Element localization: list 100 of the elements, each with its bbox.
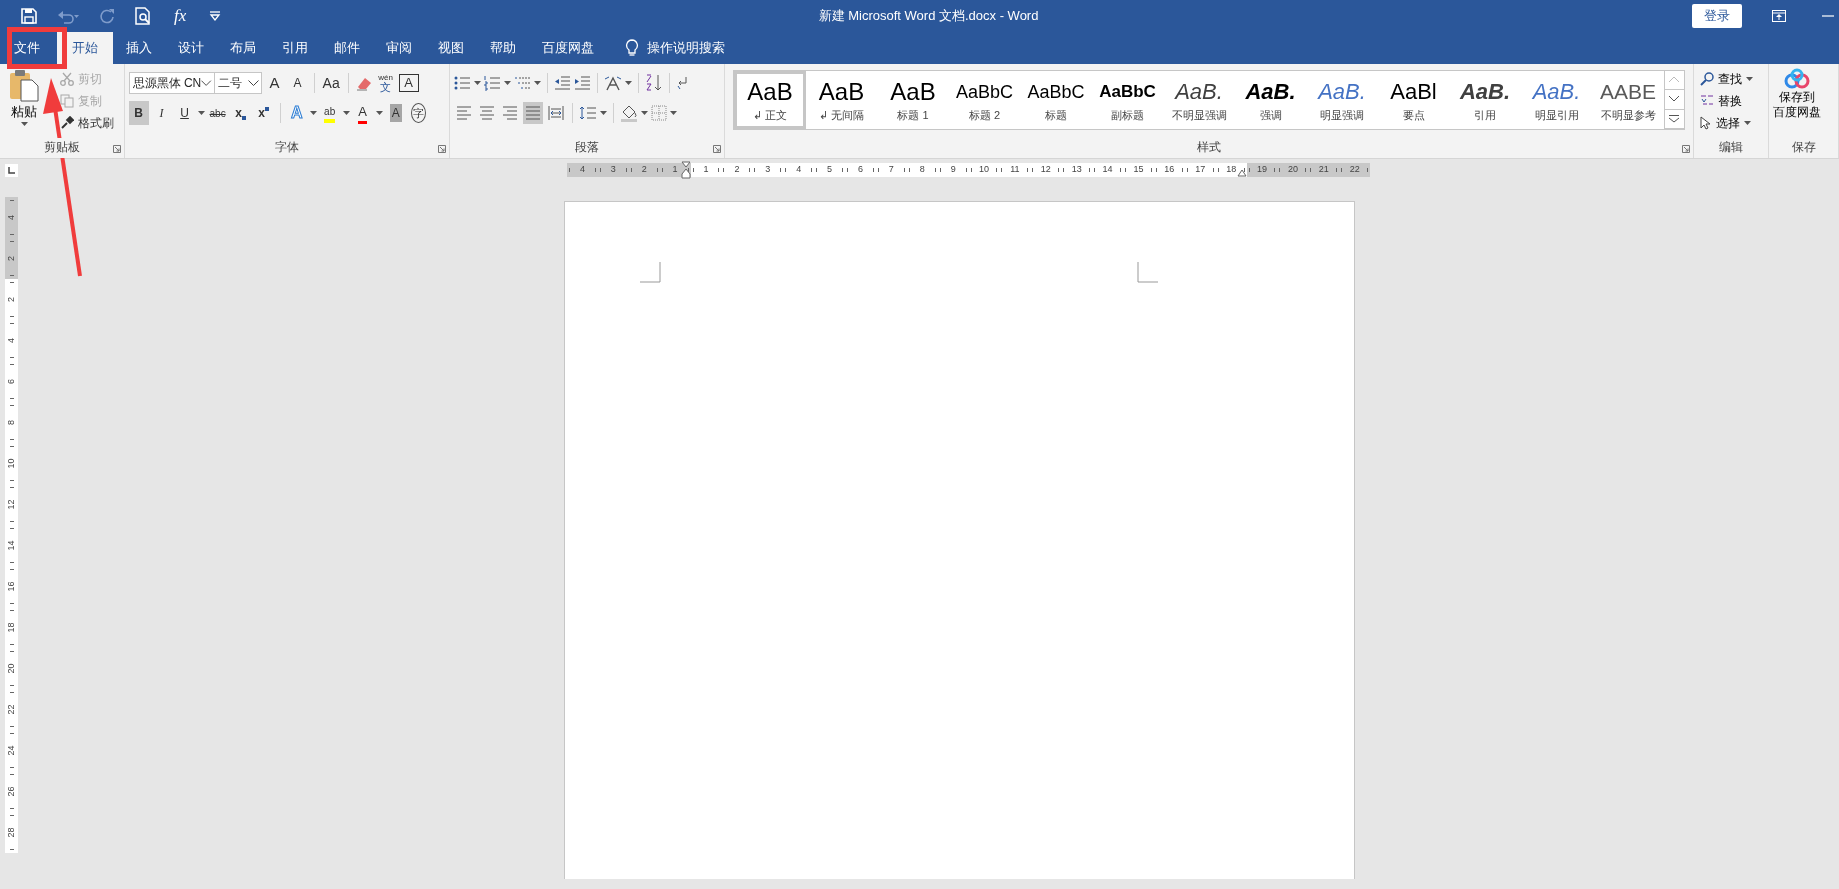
- ruler-number: 20: [7, 663, 16, 674]
- format-button[interactable]: B: [128, 101, 149, 125]
- caret-icon: [670, 111, 678, 115]
- format-button[interactable]: A: [385, 101, 406, 125]
- phonetic-guide-button[interactable]: wén 文: [375, 71, 396, 95]
- command-button[interactable]: 替换: [1698, 90, 1765, 112]
- scroll-down-icon[interactable]: [1668, 95, 1681, 104]
- ruler-number: 1: [703, 163, 709, 177]
- command-button[interactable]: 选择: [1698, 112, 1765, 134]
- font-size-field[interactable]: 二号: [213, 72, 262, 94]
- align-icon: [502, 105, 519, 121]
- style-item[interactable]: AaB ↲ 正文: [734, 71, 806, 129]
- ribbon-tab[interactable]: 帮助: [477, 32, 529, 64]
- ruler-number: 8: [919, 163, 925, 177]
- ribbon-tab[interactable]: 插入: [113, 32, 165, 64]
- numbering-icon[interactable]: [484, 75, 502, 91]
- ruler-number: 2: [641, 163, 647, 177]
- character-border-button[interactable]: A: [398, 74, 419, 92]
- ruler-number: 1: [672, 163, 678, 177]
- align-icon: [456, 105, 473, 121]
- multilevel-list-icon[interactable]: [514, 75, 532, 91]
- ruler-number: 7: [888, 163, 894, 177]
- ruler-number: 9: [950, 163, 956, 177]
- ruler-number: 2: [734, 163, 740, 177]
- paragraph-mark-icon[interactable]: [676, 76, 689, 90]
- save-icon[interactable]: [21, 8, 37, 24]
- ribbon-tab[interactable]: 开始: [57, 32, 113, 64]
- grow-font-button[interactable]: A: [264, 71, 285, 95]
- ribbon-tab[interactable]: 引用: [269, 32, 321, 64]
- clipboard-icon: [9, 68, 39, 102]
- command-button[interactable]: 格式刷: [58, 112, 116, 134]
- format-button[interactable]: U: [174, 101, 195, 125]
- lightbulb-icon: [625, 39, 639, 57]
- caret-icon: [197, 111, 205, 115]
- indent-marker-icon[interactable]: [681, 161, 691, 179]
- ribbon-tab[interactable]: 百度网盘: [529, 32, 607, 64]
- align-button[interactable]: [523, 102, 544, 124]
- change-case-button[interactable]: Aa: [320, 71, 342, 95]
- format-button[interactable]: A: [352, 101, 373, 125]
- ribbon-display-icon[interactable]: [1772, 10, 1786, 22]
- caret-icon: [625, 81, 633, 85]
- margin-corner-icon: [640, 262, 661, 283]
- caret-icon: [641, 111, 649, 115]
- format-button[interactable]: ab: [319, 101, 340, 125]
- search-field[interactable]: 操作说明搜索: [647, 38, 725, 58]
- font-name-field[interactable]: 思源黑体 CN: [128, 72, 215, 94]
- group-label: 保存: [1790, 139, 1817, 156]
- chinese-layout-icon[interactable]: [604, 75, 623, 91]
- ruler-number: 4: [7, 215, 16, 220]
- format-button[interactable]: x: [230, 101, 251, 125]
- line-spacing-icon[interactable]: [579, 105, 598, 121]
- ruler-number: 10: [979, 163, 990, 177]
- print-preview-icon[interactable]: [135, 7, 151, 25]
- ruler-number: 6: [7, 379, 16, 384]
- dialog-launcher-icon[interactable]: [438, 145, 447, 153]
- save-to-cloud-button[interactable]: 保存到 百度网盘: [1773, 68, 1822, 138]
- paste-button[interactable]: 粘贴: [4, 68, 44, 138]
- decrease-indent-icon[interactable]: [554, 75, 572, 91]
- tab-selector-icon[interactable]: [5, 163, 18, 177]
- increase-indent-icon[interactable]: [574, 75, 592, 91]
- ribbon-tab[interactable]: 视图: [425, 32, 477, 64]
- customize-icon[interactable]: [209, 11, 222, 21]
- ruler-number: 14: [1102, 163, 1113, 177]
- format-button[interactable]: x: [253, 101, 274, 125]
- more-icon[interactable]: [1668, 114, 1681, 123]
- ribbon-tab[interactable]: 审阅: [373, 32, 425, 64]
- dialog-launcher-icon[interactable]: [713, 145, 722, 153]
- ribbon-tab[interactable]: 设计: [165, 32, 217, 64]
- dialog-launcher-icon[interactable]: [112, 145, 121, 153]
- login-button[interactable]: 登录: [1692, 4, 1742, 28]
- dropdown-icon: [201, 79, 212, 87]
- caret-icon: [342, 111, 350, 115]
- ruler-number: 3: [765, 163, 771, 177]
- dropdown-icon: [247, 79, 259, 87]
- sort-icon[interactable]: [645, 74, 664, 92]
- bullets-icon[interactable]: [454, 75, 472, 91]
- format-button[interactable]: abc: [207, 101, 228, 125]
- paint-bucket-icon[interactable]: [620, 104, 639, 122]
- ruler-number: 6: [857, 163, 863, 177]
- formula-button[interactable]: fx: [168, 4, 193, 28]
- group-label: 样式: [1196, 139, 1223, 156]
- ruler-number: 18: [1226, 163, 1237, 177]
- group-label: 字体: [273, 139, 300, 156]
- shrink-font-button[interactable]: A: [287, 71, 308, 95]
- dialog-launcher-icon[interactable]: [1682, 145, 1691, 153]
- ruler-number: 2: [7, 256, 16, 261]
- indent-marker-icon[interactable]: [1237, 169, 1247, 177]
- ruler-number: 11: [1010, 163, 1020, 177]
- ribbon-tab[interactable]: 布局: [217, 32, 269, 64]
- caret-icon: [20, 121, 28, 126]
- ribbon-tab[interactable]: 邮件: [321, 32, 373, 64]
- command-button[interactable]: 查找: [1698, 68, 1765, 90]
- margin-corner-icon: [1137, 262, 1158, 283]
- format-button[interactable]: I: [151, 101, 172, 125]
- ruler-number: 19: [1257, 163, 1268, 177]
- file-tab[interactable]: 文件: [0, 32, 57, 64]
- eraser-icon[interactable]: [354, 75, 373, 91]
- ruler-number: 16: [1164, 163, 1175, 177]
- group-label: 段落: [574, 139, 601, 156]
- ruler-number: 12: [7, 499, 16, 510]
